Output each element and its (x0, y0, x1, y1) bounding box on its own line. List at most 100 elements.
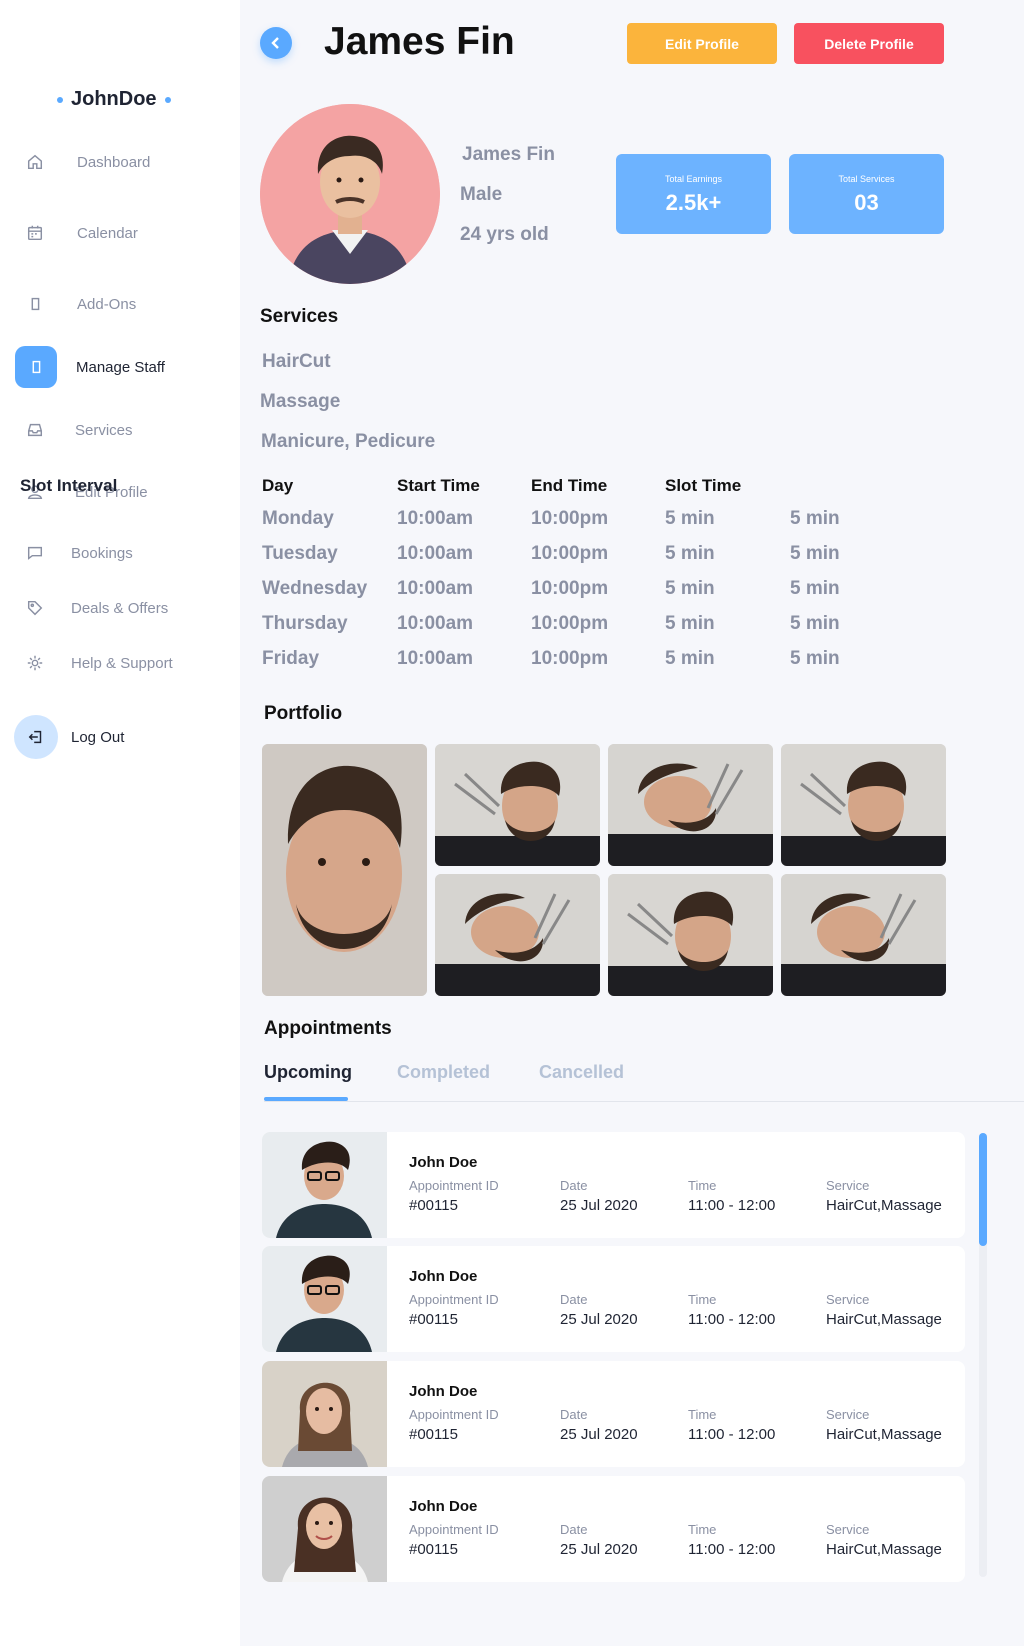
sidebar-item-help[interactable]: Help & Support (0, 641, 240, 685)
sidebar-item-logout[interactable]: Log Out (0, 715, 240, 759)
sidebar-item-label: Dashboard (77, 153, 151, 171)
appointment-client-name: John Doe (409, 1154, 478, 1171)
portfolio-image[interactable] (262, 744, 427, 996)
schedule-cell: 5 min (790, 613, 840, 634)
portfolio-image[interactable] (608, 874, 773, 996)
sidebar-item-dashboard[interactable]: Dashboard (0, 140, 240, 184)
sidebar: JohnDoe Dashboard Calendar Add-Ons Manag… (0, 0, 240, 1646)
tag-icon (24, 597, 46, 619)
sidebar-item-bookings[interactable]: Bookings (0, 531, 240, 575)
sidebar-item-label: Bookings (71, 544, 133, 562)
profile-name: James Fin (462, 144, 555, 165)
appointment-service-value: HairCut,Massage (826, 1426, 942, 1443)
schedule-cell: 10:00pm (531, 508, 609, 529)
portfolio-image[interactable] (781, 744, 946, 866)
edit-profile-button[interactable]: Edit Profile (627, 23, 777, 64)
total-services-card: Total Services 03 (789, 154, 944, 234)
sidebar-item-calendar[interactable]: Calendar (0, 211, 240, 255)
brand-dot-left (57, 96, 63, 103)
scrollbar-thumb[interactable] (979, 1133, 987, 1246)
appointment-photo (262, 1246, 387, 1352)
portfolio-image[interactable] (435, 874, 600, 996)
appointment-date-value: 25 Jul 2020 (560, 1311, 638, 1328)
appointment-card[interactable]: John Doe Appointment ID #00115 Date 25 J… (262, 1246, 965, 1352)
appointment-card[interactable]: John Doe Appointment ID #00115 Date 25 J… (262, 1476, 965, 1582)
home-icon (24, 151, 46, 173)
appointment-date-label: Date (560, 1407, 588, 1422)
brand: JohnDoe (57, 88, 171, 111)
sidebar-item-services[interactable]: Services (0, 408, 240, 452)
appointment-service-label: Service (826, 1522, 870, 1537)
appointment-card[interactable]: John Doe Appointment ID #00115 Date 25 J… (262, 1132, 965, 1238)
schedule-cell: 10:00pm (531, 613, 609, 634)
back-button[interactable] (260, 27, 292, 59)
appointment-time-label: Time (688, 1522, 717, 1537)
sidebar-item-deals[interactable]: Deals & Offers (0, 586, 240, 630)
appointment-date-value: 25 Jul 2020 (560, 1541, 638, 1558)
appointment-id-label: Appointment ID (409, 1178, 499, 1193)
appointment-photo (262, 1476, 387, 1582)
schedule-cell: Monday (262, 508, 334, 529)
schedule-cell: 5 min (790, 543, 840, 564)
appointment-client-name: John Doe (409, 1268, 478, 1285)
portfolio-image[interactable] (608, 744, 773, 866)
sidebar-item-manage-staff[interactable]: Manage Staff (0, 345, 240, 389)
brand-name: JohnDoe (71, 88, 157, 110)
sidebar-item-label: Calendar (77, 224, 138, 242)
appointment-id-label: Appointment ID (409, 1407, 499, 1422)
schedule-cell: 10:00am (397, 543, 474, 564)
appointment-service-label: Service (826, 1292, 870, 1307)
schedule-cell: 10:00am (397, 613, 474, 634)
appointment-service-value: HairCut,Massage (826, 1311, 942, 1328)
page-title: James Fin (324, 20, 515, 63)
tab-cancelled[interactable]: Cancelled (539, 1062, 624, 1083)
appointments-scrollbar[interactable] (979, 1133, 987, 1577)
schedule-cell: 5 min (790, 578, 840, 599)
tab-divider (264, 1101, 1024, 1102)
appointment-date-value: 25 Jul 2020 (560, 1197, 638, 1214)
appointment-service-label: Service (826, 1178, 870, 1193)
tab-completed[interactable]: Completed (397, 1062, 490, 1083)
appointment-time-label: Time (688, 1178, 717, 1193)
schedule-cell: 10:00am (397, 508, 474, 529)
schedule-cell: Thursday (262, 613, 348, 634)
schedule-cell: 5 min (665, 648, 715, 669)
sidebar-item-label: Help & Support (71, 654, 173, 672)
appointment-id-value: #00115 (409, 1541, 458, 1558)
appointment-date-label: Date (560, 1522, 588, 1537)
schedule-cell: 5 min (665, 508, 715, 529)
sidebar-item-label: Log Out (71, 728, 125, 746)
appointment-time-label: Time (688, 1292, 717, 1307)
schedule-cell: 5 min (790, 648, 840, 669)
chat-icon (24, 542, 46, 564)
schedule-cell: Tuesday (262, 543, 338, 564)
inbox-icon (24, 419, 46, 441)
portfolio-title: Portfolio (264, 703, 343, 724)
stat-label: Total Services (838, 174, 895, 184)
appointment-time-value: 11:00 - 12:00 (688, 1197, 776, 1214)
square-icon (15, 346, 57, 388)
service-item: HairCut (262, 351, 331, 372)
schedule-cell: 5 min (665, 543, 715, 564)
sidebar-item-label: Deals & Offers (71, 599, 169, 617)
logout-icon (14, 715, 58, 759)
appointment-time-value: 11:00 - 12:00 (688, 1541, 776, 1558)
schedule-cell: 10:00am (397, 648, 474, 669)
portfolio-image[interactable] (781, 874, 946, 996)
appointment-service-label: Service (826, 1407, 870, 1422)
tab-upcoming[interactable]: Upcoming (264, 1062, 352, 1083)
staff-avatar (260, 104, 440, 284)
appointment-card[interactable]: John Doe Appointment ID #00115 Date 25 J… (262, 1361, 965, 1467)
delete-profile-button[interactable]: Delete Profile (794, 23, 944, 64)
appointment-client-name: John Doe (409, 1498, 478, 1515)
appointment-date-value: 25 Jul 2020 (560, 1426, 638, 1443)
appointments-title: Appointments (264, 1018, 392, 1039)
sidebar-item-add-ons[interactable]: Add-Ons (0, 282, 240, 326)
service-item: Massage (260, 391, 341, 412)
appointment-id-value: #00115 (409, 1426, 458, 1443)
schedule-cell: Friday (262, 648, 320, 669)
schedule-cell: 10:00pm (531, 543, 609, 564)
portfolio-image[interactable] (435, 744, 600, 866)
stat-value: 2.5k+ (665, 190, 722, 215)
slot-interval-label: Slot Interval (20, 476, 118, 495)
